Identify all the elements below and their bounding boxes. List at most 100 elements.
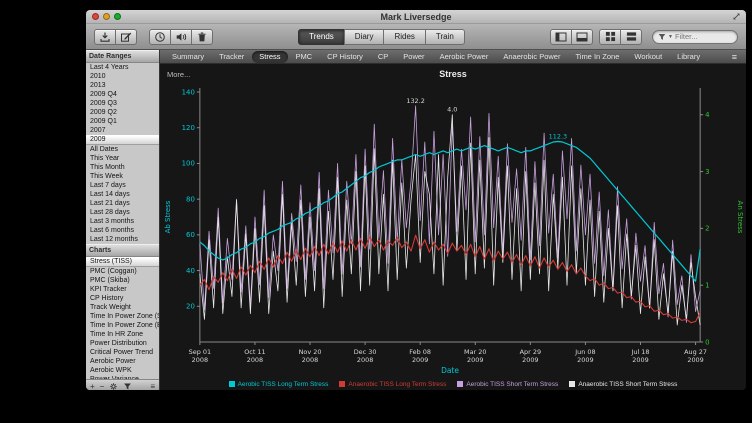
funnel-icon <box>658 33 666 41</box>
zoom-button[interactable] <box>114 13 121 20</box>
fullscreen-icon[interactable] <box>732 12 741 21</box>
sidebar-item-time-in-hr-zone[interactable]: Time In HR Zone <box>86 330 159 339</box>
pane-toggle-group <box>550 29 593 45</box>
sidebar-item-2009-q2[interactable]: 2009 Q2 <box>86 108 159 117</box>
sidebar-item-aerobic-power[interactable]: Aerobic Power <box>86 357 159 366</box>
tools-icon[interactable] <box>109 382 118 391</box>
sidebar-section-charts[interactable]: Charts <box>86 244 159 257</box>
sidebar-item-pmc-skiba[interactable]: PMC (Skiba) <box>86 276 159 285</box>
sidebar-item-last-7-days[interactable]: Last 7 days <box>86 181 159 190</box>
trash-button[interactable] <box>191 29 213 45</box>
sidebar-item-2009[interactable]: 2009 <box>86 135 159 145</box>
tab-anaerobic-power[interactable]: Anaerobic Power <box>496 51 567 63</box>
layout-button-group <box>599 29 642 45</box>
sidebar-section-date-ranges[interactable]: Date Ranges <box>86 50 159 63</box>
tab-tracker[interactable]: Tracker <box>212 51 251 63</box>
tab-time-in-zone[interactable]: Time In Zone <box>568 51 626 63</box>
sidebar-funnel-icon[interactable] <box>123 382 132 391</box>
sidebar-list: Date RangesLast 4 Years201020132009 Q420… <box>86 50 159 379</box>
sidebar-item-this-month[interactable]: This Month <box>86 163 159 172</box>
clock-button[interactable] <box>149 29 171 45</box>
sidebar-toggle-button[interactable] <box>550 29 572 45</box>
filter-dropdown-icon[interactable]: ▼ <box>668 34 673 40</box>
tabbar-menu-icon[interactable]: ≡ <box>728 52 741 62</box>
sidebar-item-2009-q3[interactable]: 2009 Q3 <box>86 99 159 108</box>
svg-text:140: 140 <box>182 88 195 96</box>
svg-text:Oct 11: Oct 11 <box>244 348 265 356</box>
filter-input[interactable] <box>675 32 732 41</box>
sidebar-item-time-in-power-zone-stacked[interactable]: Time In Power Zone (Stacked) <box>86 312 159 321</box>
tab-summary[interactable]: Summary <box>165 51 211 63</box>
sidebar-item-pmc-coggan[interactable]: PMC (Coggan) <box>86 267 159 276</box>
add-button[interactable]: + <box>90 381 95 392</box>
minimize-button[interactable] <box>103 13 110 20</box>
details-toggle-button[interactable] <box>571 29 593 45</box>
download-icon <box>99 31 111 43</box>
main-area: ≡ SummaryTrackerStressPMCCP HistoryCPPow… <box>160 50 746 391</box>
sidebar-item-2013[interactable]: 2013 <box>86 81 159 90</box>
speaker-button[interactable] <box>170 29 192 45</box>
sidebar-item-track-weight[interactable]: Track Weight <box>86 303 159 312</box>
titlebar[interactable]: Mark Liversedge <box>86 10 746 24</box>
sidebar-item-2010[interactable]: 2010 <box>86 72 159 81</box>
view-tab-train[interactable]: Train <box>425 29 465 45</box>
tab-library[interactable]: Library <box>670 51 707 63</box>
svg-text:2008: 2008 <box>357 356 373 364</box>
sidebar-item-all-dates[interactable]: All Dates <box>86 145 159 154</box>
svg-text:2008: 2008 <box>302 356 318 364</box>
more-link[interactable]: More... <box>167 70 190 79</box>
remove-button[interactable]: − <box>100 381 105 392</box>
view-tab-rides[interactable]: Rides <box>383 29 425 45</box>
svg-text:Date: Date <box>441 366 459 375</box>
tab-workout[interactable]: Workout <box>627 51 669 63</box>
sidebar-item-last-12-months[interactable]: Last 12 months <box>86 235 159 244</box>
tab-cp[interactable]: CP <box>371 51 395 63</box>
legend-label: Anaerobic TISS Long Term Stress <box>348 381 446 388</box>
content: Date RangesLast 4 Years201020132009 Q420… <box>86 50 746 391</box>
sidebar-item-cp-history[interactable]: CP History <box>86 294 159 303</box>
tab-cp-history[interactable]: CP History <box>320 51 370 63</box>
svg-text:2008: 2008 <box>247 356 263 364</box>
sidebar-item-2009-q4[interactable]: 2009 Q4 <box>86 90 159 99</box>
sidebar-item-this-year[interactable]: This Year <box>86 154 159 163</box>
sidebar-item-stress-tiss[interactable]: Stress (TISS) <box>86 257 159 267</box>
sidebar-item-last-3-months[interactable]: Last 3 months <box>86 217 159 226</box>
tab-power[interactable]: Power <box>396 51 431 63</box>
view-tab-trends[interactable]: Trends <box>298 29 345 45</box>
legend-item-anaerobic-tiss-short-term-stress: Anaerobic TISS Short Term Stress <box>569 381 677 388</box>
download-button[interactable] <box>94 29 116 45</box>
sidebar-item-2007[interactable]: 2007 <box>86 126 159 135</box>
view-segmented: TrendsDiaryRidesTrain <box>298 29 465 45</box>
sidebar-item-power-distribution[interactable]: Power Distribution <box>86 339 159 348</box>
svg-text:2008: 2008 <box>192 356 208 364</box>
sidebar-item-kpi-tracker[interactable]: KPI Tracker <box>86 285 159 294</box>
sidebar-item-time-in-power-zone-bar[interactable]: Time In Power Zone (Bar) <box>86 321 159 330</box>
sidebar-item-this-week[interactable]: This Week <box>86 172 159 181</box>
legend-label: Aerobic TISS Long Term Stress <box>238 381 329 388</box>
svg-text:120: 120 <box>182 124 195 132</box>
sidebar-item-last-14-days[interactable]: Last 14 days <box>86 190 159 199</box>
close-button[interactable] <box>92 13 99 20</box>
sidebar-item-critical-power-trend[interactable]: Critical Power Trend <box>86 348 159 357</box>
filter-field[interactable]: ▼ <box>652 30 738 44</box>
svg-text:Sep 01: Sep 01 <box>189 348 211 356</box>
sidebar-item-last-4-years[interactable]: Last 4 Years <box>86 63 159 72</box>
svg-text:Feb 08: Feb 08 <box>409 348 431 356</box>
svg-text:2009: 2009 <box>522 356 538 364</box>
compose-icon <box>120 31 132 43</box>
tab-aerobic-power[interactable]: Aerobic Power <box>433 51 496 63</box>
tile-view-button[interactable] <box>599 29 621 45</box>
stack-view-button[interactable] <box>620 29 642 45</box>
sidebar-item-last-21-days[interactable]: Last 21 days <box>86 199 159 208</box>
sidebar-item-aerobic-wpk[interactable]: Aerobic WPK <box>86 366 159 375</box>
view-tab-diary[interactable]: Diary <box>344 29 385 45</box>
sidebar-menu-icon[interactable]: ≡ <box>150 381 155 392</box>
tab-pmc[interactable]: PMC <box>289 51 320 63</box>
compose-button[interactable] <box>115 29 137 45</box>
clock-icon <box>154 31 166 43</box>
sidebar-item-2009-q1[interactable]: 2009 Q1 <box>86 117 159 126</box>
sidebar-item-last-6-months[interactable]: Last 6 months <box>86 226 159 235</box>
legend-swatch <box>569 381 575 387</box>
tab-stress[interactable]: Stress <box>252 51 287 63</box>
sidebar-item-last-28-days[interactable]: Last 28 days <box>86 208 159 217</box>
